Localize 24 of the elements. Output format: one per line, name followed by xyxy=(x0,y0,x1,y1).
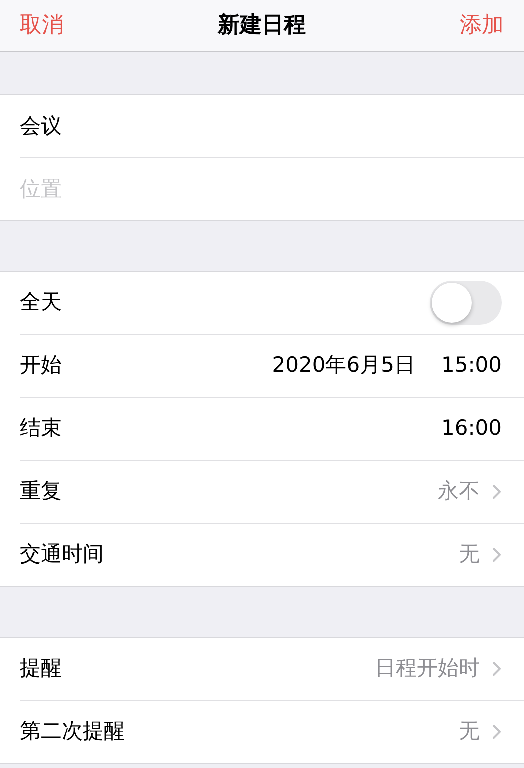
screen-title: 新建日程 xyxy=(218,12,306,40)
row-label: 第二次提醒 xyxy=(20,718,125,746)
cancel-button[interactable]: 取消 xyxy=(20,9,64,42)
chevron-icon xyxy=(492,484,502,500)
row-label: 交通时间 xyxy=(20,541,104,568)
row-label: 全天 xyxy=(20,289,62,316)
row-value[interactable]: 永不 xyxy=(438,476,480,508)
row-value[interactable]: 日程开始时 xyxy=(375,653,480,685)
time-value[interactable]: 16:00 xyxy=(441,413,502,445)
chevron-icon xyxy=(492,547,502,563)
add-button[interactable]: 添加 xyxy=(460,9,504,42)
chevron-icon xyxy=(492,661,502,677)
toggle-switch[interactable] xyxy=(430,281,502,325)
row-value[interactable]: 无 xyxy=(459,539,480,571)
date-value[interactable]: 2020年6月5日 xyxy=(272,350,416,382)
time-value[interactable]: 15:00 xyxy=(441,350,502,382)
text-field[interactable]: 会议 xyxy=(0,95,524,157)
row-label: 开始 xyxy=(20,352,62,380)
text-field[interactable]: 位置 xyxy=(0,158,524,220)
row-label: 结束 xyxy=(20,415,62,442)
row-label: 重复 xyxy=(20,478,62,506)
row-label: 提醒 xyxy=(20,655,62,682)
chevron-icon xyxy=(492,724,502,740)
row-value[interactable]: 无 xyxy=(459,716,480,748)
